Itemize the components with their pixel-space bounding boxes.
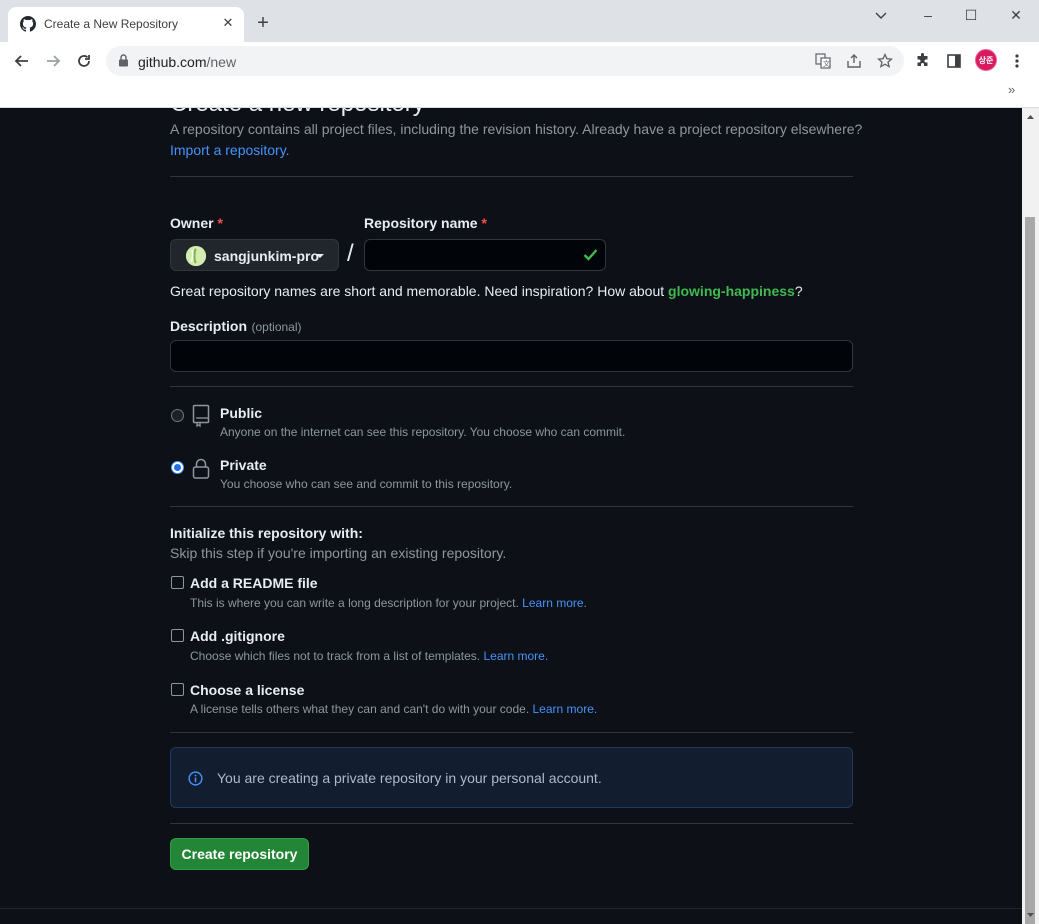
- owner-dropdown[interactable]: sangjunkim-pro: [170, 239, 339, 271]
- profile-avatar[interactable]: 상준: [975, 49, 997, 71]
- init-title: Initialize this repository with:: [170, 525, 363, 541]
- github-icon: [20, 16, 36, 32]
- description-input[interactable]: [170, 340, 853, 372]
- notice-text: You are creating a private repository in…: [217, 770, 602, 786]
- bookmarks-overflow-chevron[interactable]: »: [1008, 82, 1015, 97]
- reload-icon[interactable]: [72, 49, 96, 73]
- divider: [170, 176, 853, 177]
- browser-tab[interactable]: Create a New Repository ✕: [8, 7, 244, 42]
- readme-learn-more-link[interactable]: Learn more.: [522, 596, 587, 610]
- extensions-icon[interactable]: [912, 50, 934, 72]
- name-hint: Great repository names are short and mem…: [170, 283, 803, 299]
- scroll-up-arrow-icon[interactable]: [1022, 110, 1039, 124]
- license-label[interactable]: Choose a license: [190, 682, 304, 698]
- repo-name-label: Repository name *: [364, 215, 487, 231]
- intro-text: A repository contains all project files,…: [170, 121, 863, 137]
- license-learn-more-link[interactable]: Learn more.: [533, 702, 598, 716]
- more-menu-icon[interactable]: [1006, 50, 1028, 72]
- back-arrow-icon[interactable]: [10, 49, 34, 73]
- chevron-down-icon: [316, 254, 324, 258]
- readme-label[interactable]: Add a README file: [190, 575, 318, 591]
- public-label[interactable]: Public: [220, 405, 262, 421]
- divider: [170, 823, 853, 824]
- create-repository-button[interactable]: Create repository: [170, 838, 309, 870]
- gitignore-description: Choose which files not to track from a l…: [190, 649, 549, 663]
- footer-divider: [0, 908, 1022, 909]
- share-icon[interactable]: [845, 52, 863, 70]
- tab-title: Create a New Repository: [44, 17, 179, 31]
- divider: [170, 732, 853, 733]
- lock-icon[interactable]: [118, 54, 129, 72]
- browser-toolbar: github.com/new 文 상준: [0, 42, 1039, 80]
- forward-arrow-icon[interactable]: [41, 49, 65, 73]
- new-tab-button[interactable]: +: [252, 12, 274, 34]
- owner-name-separator: /: [347, 240, 354, 267]
- tab-close-icon[interactable]: ✕: [220, 15, 236, 31]
- gitignore-checkbox[interactable]: [171, 629, 184, 642]
- address-bar[interactable]: github.com/new 文: [106, 46, 904, 76]
- side-panel-icon[interactable]: [943, 50, 965, 72]
- translate-icon[interactable]: 文: [814, 52, 832, 70]
- page-scrollbar[interactable]: [1022, 108, 1039, 924]
- owner-name: sangjunkim-pro: [214, 248, 320, 264]
- bookmark-star-icon[interactable]: [876, 52, 894, 70]
- scrollbar-thumb[interactable]: [1025, 217, 1035, 924]
- private-repo-notice: You are creating a private repository in…: [170, 747, 853, 808]
- license-checkbox[interactable]: [171, 683, 184, 696]
- license-description: A license tells others what they can and…: [190, 702, 598, 716]
- private-description: You choose who can see and commit to thi…: [220, 477, 513, 491]
- divider: [170, 386, 853, 387]
- private-label[interactable]: Private: [220, 457, 267, 473]
- owner-avatar: [186, 246, 206, 266]
- gitignore-label[interactable]: Add .gitignore: [190, 628, 285, 644]
- tab-search-icon[interactable]: [866, 4, 896, 26]
- public-description: Anyone on the internet can see this repo…: [220, 425, 626, 439]
- maximize-button[interactable]: ☐: [956, 4, 986, 26]
- import-repo-link[interactable]: Import a repository.: [170, 142, 290, 158]
- repo-icon: [192, 404, 210, 433]
- scroll-down-arrow-icon[interactable]: [1022, 908, 1039, 922]
- check-icon: [583, 248, 598, 266]
- name-suggestion[interactable]: glowing-happiness: [668, 283, 795, 299]
- page-viewport: Create a new repository A repository con…: [0, 108, 1022, 924]
- public-radio[interactable]: [171, 409, 184, 422]
- info-icon: [188, 771, 203, 791]
- owner-label: Owner *: [170, 215, 223, 231]
- init-subtitle: Skip this step if you're importing an ex…: [170, 545, 507, 561]
- page-title: Create a new repository: [170, 108, 425, 118]
- svg-text:文: 文: [823, 59, 830, 68]
- repo-name-input[interactable]: [364, 239, 606, 271]
- description-label: Description (optional): [170, 318, 302, 334]
- window-close-button[interactable]: ✕: [1001, 4, 1031, 26]
- bookmarks-bar: »: [0, 80, 1039, 108]
- lock-icon: [192, 458, 210, 485]
- readme-checkbox[interactable]: [171, 576, 184, 589]
- divider: [170, 506, 853, 507]
- private-radio[interactable]: [171, 461, 184, 474]
- browser-tab-strip: Create a New Repository ✕ + – ☐ ✕: [0, 0, 1039, 42]
- readme-description: This is where you can write a long descr…: [190, 596, 587, 610]
- url-text: github.com/new: [138, 54, 237, 70]
- gitignore-learn-more-link[interactable]: Learn more.: [483, 649, 548, 663]
- minimize-button[interactable]: –: [913, 4, 943, 26]
